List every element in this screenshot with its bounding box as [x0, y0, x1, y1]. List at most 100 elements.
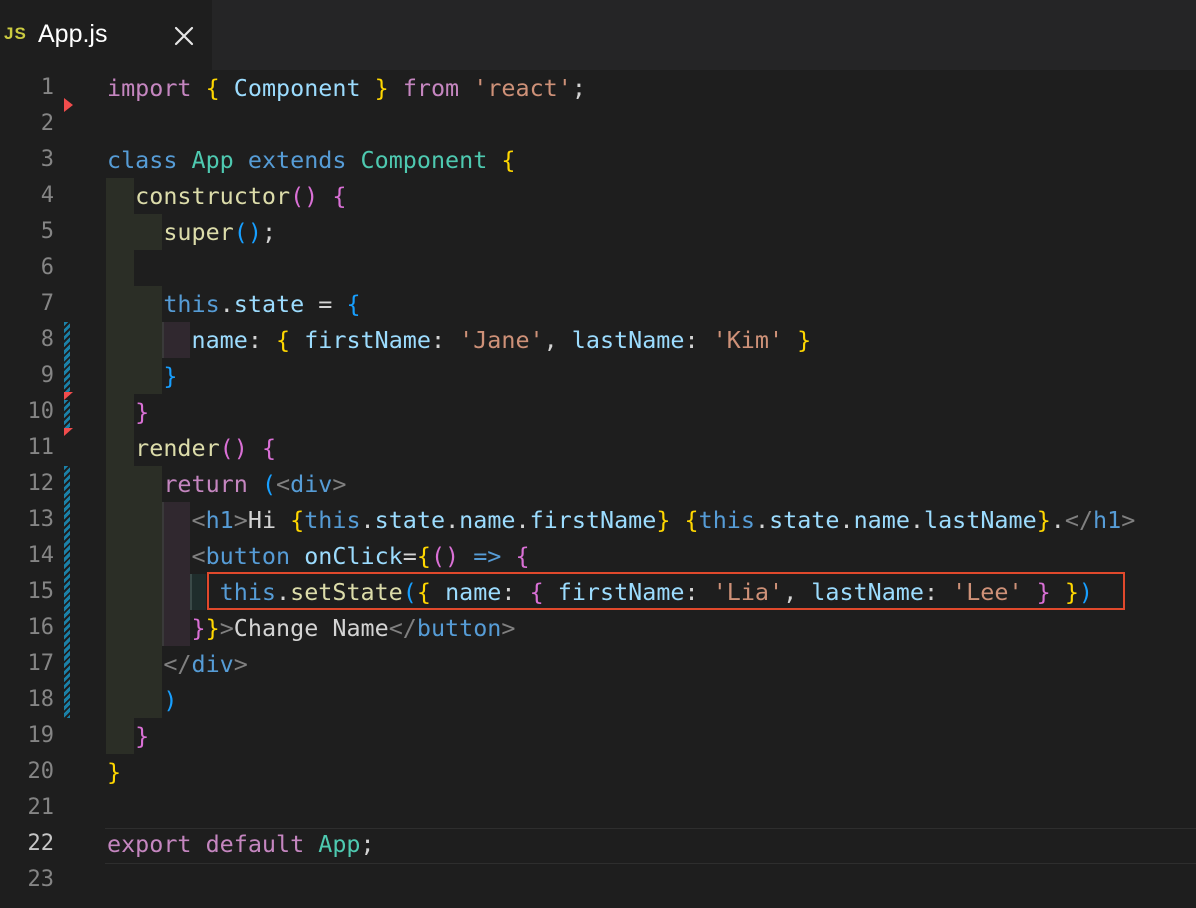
code-token: ,	[543, 326, 572, 354]
code-token: >	[501, 614, 516, 642]
code-line[interactable]: 23	[0, 862, 1196, 898]
code-token: ;	[571, 74, 586, 102]
code-line[interactable]: 18 )	[0, 682, 1196, 718]
code-text: </div>	[107, 646, 248, 682]
tab-app-js[interactable]: JS App.js	[0, 0, 212, 70]
code-token: ()	[290, 182, 319, 210]
code-token: }	[191, 614, 206, 642]
code-text: import { Component } from 'react';	[107, 70, 586, 106]
code-token: onClick	[304, 542, 403, 570]
code-token: </	[163, 650, 192, 678]
code-line[interactable]: 17 </div>	[0, 646, 1196, 682]
code-line[interactable]: 16 }}>Change Name</button>	[0, 610, 1196, 646]
line-number: 3	[40, 147, 54, 172]
line-number: 12	[27, 471, 55, 496]
code-token: h1	[1093, 506, 1122, 534]
line-number: 20	[27, 759, 55, 784]
line-number: 21	[27, 795, 55, 820]
code-token: <	[191, 506, 206, 534]
code-token: ()	[219, 434, 248, 462]
code-token: {	[515, 542, 530, 570]
code-token: Change Name	[233, 614, 389, 642]
code-line[interactable]: 22 export default App;	[0, 826, 1196, 862]
code-token: default	[205, 830, 305, 858]
code-text: this.state = {	[107, 286, 360, 322]
code-text: constructor() {	[107, 178, 346, 214]
code-token: {	[416, 542, 431, 570]
code-token: .	[909, 506, 925, 534]
line-number: 4	[40, 183, 54, 208]
code-token: }	[797, 326, 812, 354]
code-token: 'Kim'	[712, 326, 784, 354]
code-token: constructor	[135, 182, 291, 210]
code-line[interactable]: 7 this.state = {	[0, 286, 1196, 322]
line-number: 13	[27, 507, 55, 532]
code-editor[interactable]: 1 import { Component } from 'react'; 2 3 cla…	[0, 70, 1196, 908]
code-token: import	[107, 74, 192, 102]
code-line[interactable]: 20}	[0, 754, 1196, 790]
code-text: <h1>Hi {this.state.name.firstName} {this…	[107, 502, 1136, 538]
code-token: name	[459, 506, 516, 534]
code-line[interactable]: 2	[0, 106, 1196, 142]
code-line[interactable]: 1 import { Component } from 'react';	[0, 70, 1196, 106]
code-token: state	[374, 506, 446, 534]
code-token: =	[304, 290, 347, 318]
code-token: }	[163, 362, 178, 390]
code-line[interactable]: 14 <button onClick={() => {	[0, 538, 1196, 574]
line-number: 11	[27, 435, 55, 460]
line-number: 8	[40, 327, 54, 352]
code-line[interactable]: 6	[0, 250, 1196, 286]
code-token: <	[276, 470, 291, 498]
code-text: return (<div>	[107, 466, 346, 502]
code-token: ()	[233, 218, 262, 246]
code-token: :	[684, 326, 713, 354]
code-token: App	[191, 146, 234, 174]
code-line[interactable]: 8 name: { firstName: 'Jane', lastName: '…	[0, 322, 1196, 358]
code-token: from	[402, 74, 460, 102]
line-number: 7	[40, 291, 54, 316]
code-line[interactable]: 21	[0, 790, 1196, 826]
code-token: firstName	[304, 326, 431, 354]
code-token: :	[430, 326, 460, 354]
code-line[interactable]: 12 return (<div>	[0, 466, 1196, 502]
code-token: >	[219, 614, 234, 642]
code-line[interactable]: 19 }	[0, 718, 1196, 754]
code-line[interactable]: 9 }	[0, 358, 1196, 394]
code-line[interactable]: 13 <h1>Hi {this.state.name.firstName} {t…	[0, 502, 1196, 538]
tab-bar: JS App.js	[0, 0, 1196, 70]
code-line[interactable]: 5 super();	[0, 214, 1196, 250]
code-line[interactable]: 3 class App extends Component {	[0, 142, 1196, 178]
code-token: .	[445, 506, 460, 534]
code-token: {	[501, 146, 516, 174]
code-token: </	[1064, 506, 1094, 534]
code-token: state	[233, 290, 305, 318]
code-token: this	[698, 506, 755, 534]
code-text: export default App;	[107, 826, 375, 862]
code-token: div	[290, 470, 333, 498]
code-line[interactable]: 4 constructor() {	[0, 178, 1196, 214]
code-token: =>	[473, 542, 502, 570]
code-token: <	[191, 542, 206, 570]
code-line[interactable]: 11 render() {	[0, 430, 1196, 466]
javascript-file-icon: JS	[4, 24, 27, 43]
code-text: }}>Change Name</button>	[107, 610, 516, 646]
close-icon[interactable]	[170, 22, 198, 50]
code-text: <button onClick={() => {	[107, 538, 530, 574]
code-line[interactable]: 10 }	[0, 394, 1196, 430]
